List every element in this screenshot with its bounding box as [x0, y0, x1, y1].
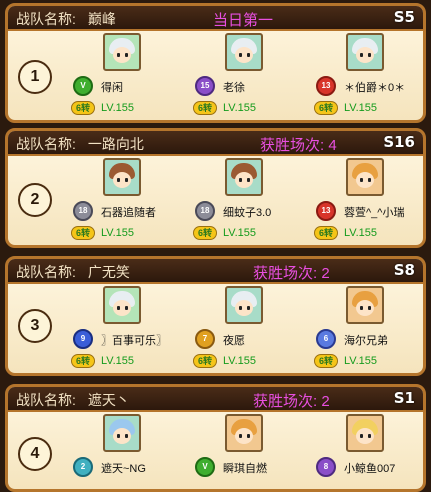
white-hair-avatar-icon — [346, 33, 384, 71]
coin-badge-icon: 6转 — [314, 101, 338, 115]
orange-hair-avatar-icon — [225, 414, 263, 452]
team-name-label: 战队名称: — [16, 11, 76, 27]
coin-badge-icon: 6转 — [71, 226, 95, 240]
player-level: LV.155 — [344, 355, 378, 367]
blue-wing-badge-icon: 6 — [316, 329, 336, 349]
coin-badge-icon: 6转 — [193, 101, 217, 115]
team-name-label: 战队名称: — [16, 264, 76, 280]
member-slot[interactable]: V 得闲 6转 LV.155 — [68, 33, 178, 120]
grey-wing-badge-icon: 18 — [195, 201, 215, 221]
team-name-label: 战队名称: — [16, 136, 76, 152]
player-name: ＊伯爵＊0＊ — [344, 82, 406, 94]
team-name: 一路向北 — [87, 136, 144, 152]
team-name: 巅峰 — [87, 11, 116, 27]
player-name: 海尔兄弟 — [344, 335, 388, 347]
purple-8-badge-icon: 8 — [316, 457, 336, 477]
team-name: 遮天丶 — [87, 392, 130, 408]
member-slot[interactable]: 18 石器追随者 6转 LV.155 — [68, 158, 178, 245]
rank-circle: 2 — [18, 183, 52, 217]
coin-badge-icon: 6转 — [193, 226, 217, 240]
member-slot[interactable]: 8 小鲸鱼007 — [311, 414, 421, 489]
white-hair-avatar-icon — [103, 286, 141, 324]
team-card-4: 战队名称: 遮天丶 获胜场次: 2 S1 4 2 遮天~NG V 瞬琪自燃 8 小… — [5, 384, 426, 492]
coin-badge-icon: 6转 — [314, 354, 338, 368]
member-slot[interactable]: 6 海尔兄弟 6转 LV.155 — [311, 286, 421, 373]
red-winged-13-badge-icon: 13 — [316, 201, 336, 221]
rank-circle: 4 — [18, 437, 52, 471]
server-label: S16 — [383, 133, 415, 151]
coin-badge-icon: 6转 — [314, 226, 338, 240]
coin-badge-icon: 6转 — [71, 101, 95, 115]
team-card-3: 战队名称: 广无笑 获胜场次: 2 S8 3 9 〗百事可乐〗 6转 LV.155… — [5, 256, 426, 376]
player-name: 蓉萱^_^小瑞 — [344, 207, 405, 219]
member-slot[interactable]: V 瞬琪自燃 — [190, 414, 300, 489]
white-hair-avatar-icon — [225, 286, 263, 324]
coin-badge-icon: 6转 — [193, 354, 217, 368]
player-name: 小鲸鱼007 — [344, 463, 396, 475]
server-label: S1 — [393, 389, 415, 407]
team-card-1: 战队名称: 巅峰 当日第一 S5 1 V 得闲 6转 LV.155 15 老徐 6… — [5, 3, 426, 123]
purple-crown-15-badge-icon: 15 — [195, 76, 215, 96]
grey-wing-badge-icon: 18 — [73, 201, 93, 221]
team-status: 当日第一 — [213, 12, 274, 29]
player-name: 夜愿 — [223, 335, 245, 347]
player-level: LV.155 — [101, 102, 135, 114]
gold-7-badge-icon: 7 — [195, 329, 215, 349]
brown-hair-avatar-icon — [225, 158, 263, 196]
player-level: LV.155 — [223, 102, 257, 114]
member-slot[interactable]: 9 〗百事可乐〗 6转 LV.155 — [68, 286, 178, 373]
orange-hair-avatar-icon — [346, 286, 384, 324]
rank-circle: 1 — [18, 60, 52, 94]
blonde-hair-avatar-icon — [346, 414, 384, 452]
team-name-label: 战队名称: — [16, 392, 76, 408]
member-slot[interactable]: 13 蓉萱^_^小瑞 6转 LV.155 — [311, 158, 421, 245]
server-label: S8 — [393, 261, 415, 279]
team-status: 获胜场次: 2 — [253, 393, 330, 410]
team-header: 战队名称: 巅峰 当日第一 S5 — [8, 6, 423, 31]
white-hair-avatar-icon — [103, 33, 141, 71]
player-name: 得闲 — [101, 82, 123, 94]
player-level: LV.155 — [344, 227, 378, 239]
team-header: 战队名称: 遮天丶 获胜场次: 2 S1 — [8, 387, 423, 412]
member-slot[interactable]: 15 老徐 6转 LV.155 — [190, 33, 300, 120]
blue-9-badge-icon: 9 — [73, 329, 93, 349]
green-shield-v-badge-icon: V — [73, 76, 93, 96]
coin-badge-icon: 6转 — [71, 354, 95, 368]
player-level: LV.155 — [101, 355, 135, 367]
server-label: S5 — [393, 8, 415, 26]
team-status: 获胜场次: 2 — [253, 265, 330, 282]
green-shield-v-badge-icon: V — [195, 457, 215, 477]
player-name: 瞬琪自燃 — [223, 463, 267, 475]
member-slot[interactable]: 7 夜愿 6转 LV.155 — [190, 286, 300, 373]
white-hair-avatar-icon — [225, 33, 263, 71]
player-level: LV.155 — [344, 102, 378, 114]
player-name: 老徐 — [223, 82, 245, 94]
team-status: 获胜场次: 4 — [260, 137, 337, 154]
team-header: 战队名称: 一路向北 获胜场次: 4 S16 — [8, 131, 423, 156]
player-level: LV.155 — [223, 227, 257, 239]
player-name: 细蚊子3.0 — [223, 207, 272, 219]
player-name: 石器追随者 — [101, 207, 156, 219]
rank-circle: 3 — [18, 309, 52, 343]
team-header: 战队名称: 广无笑 获胜场次: 2 S8 — [8, 259, 423, 284]
brown-hair-avatar-icon — [103, 158, 141, 196]
player-level: LV.155 — [101, 227, 135, 239]
teal-badge-icon: 2 — [73, 457, 93, 477]
red-winged-13-badge-icon: 13 — [316, 76, 336, 96]
member-slot[interactable]: 2 遮天~NG — [68, 414, 178, 489]
player-name: 遮天~NG — [101, 463, 146, 475]
player-level: LV.155 — [223, 355, 257, 367]
player-name: 〗百事可乐〗 — [101, 335, 167, 347]
orange-hair-avatar-icon — [346, 158, 384, 196]
member-slot[interactable]: 18 细蚊子3.0 6转 LV.155 — [190, 158, 300, 245]
team-card-2: 战队名称: 一路向北 获胜场次: 4 S16 2 18 石器追随者 6转 LV.1… — [5, 128, 426, 248]
team-name: 广无笑 — [87, 264, 130, 280]
member-slot[interactable]: 13 ＊伯爵＊0＊ 6转 LV.155 — [311, 33, 421, 120]
blue-hair-avatar-icon — [103, 414, 141, 452]
